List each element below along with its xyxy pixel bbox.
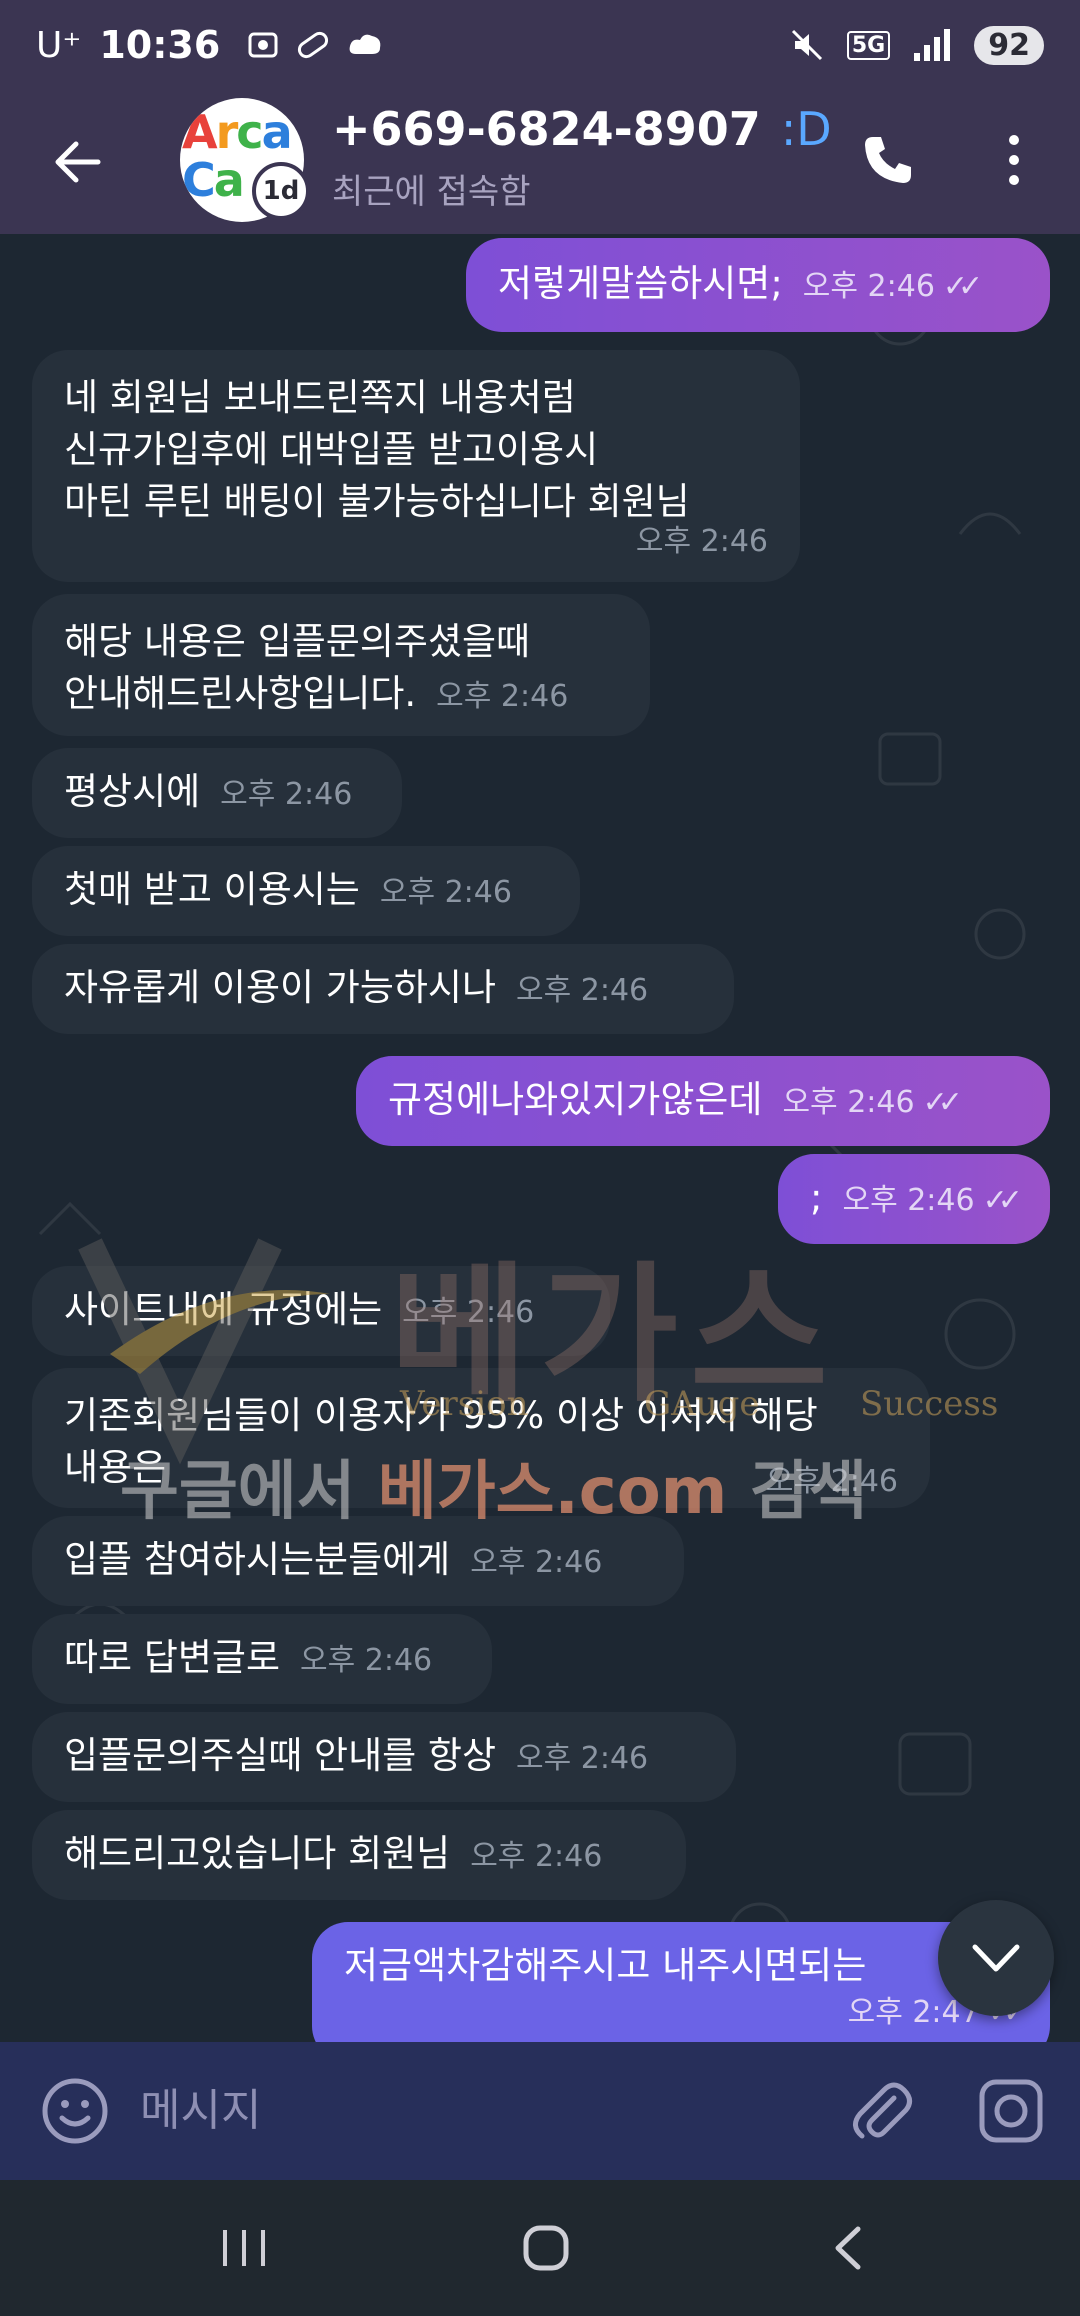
last-seen-status: 최근에 접속함: [332, 172, 531, 212]
network-type-label: 5G: [846, 30, 891, 60]
message-text-line: 기존회원님들이 이용자가 95% 이상 이셔서 해당: [64, 1394, 818, 1437]
message-text: 첫매 받고 이용시는: [64, 868, 360, 911]
message-bubble-incoming[interactable]: 해드리고있습니다 회원님 오후 2:46: [32, 1810, 686, 1900]
system-navigation-bar: [0, 2180, 1080, 2316]
message-bubble-incoming[interactable]: 기존회원님들이 이용자가 95% 이상 이셔서 해당 내용은 오후 2:46: [32, 1368, 930, 1508]
message-time: 오후 2:46: [402, 1295, 535, 1330]
read-checks-icon: ✓✓: [942, 269, 983, 304]
message-bubble-outgoing[interactable]: 규정에나와있지가않은데 오후 2:46 ✓✓: [356, 1056, 1050, 1146]
message-bubble-outgoing[interactable]: ; 오후 2:46 ✓✓: [778, 1154, 1050, 1244]
message-time: 오후 2:46: [470, 1545, 603, 1580]
message-time: 오후 2:46: [516, 1741, 649, 1776]
arrow-left-icon: [55, 141, 101, 183]
message-input-bar: [0, 2042, 1080, 2180]
home-button[interactable]: [506, 2212, 586, 2284]
message-time: 오후 2:46: [782, 1085, 915, 1120]
recent-apps-icon: [223, 2230, 265, 2266]
contact-info[interactable]: +669-6824-8907:D 최근에 접속함: [332, 102, 832, 213]
status-time: 10:36: [99, 23, 221, 67]
back-button[interactable]: [38, 122, 118, 202]
message-bubble-outgoing[interactable]: 저렇게말씀하시면; 오후 2:46 ✓✓: [466, 238, 1050, 332]
story-badge: 1d: [252, 162, 310, 220]
more-vertical-icon: [1009, 135, 1019, 185]
message-time: 오후 2:46: [300, 1643, 433, 1678]
message-time: 오후 2:46: [516, 973, 649, 1008]
pill-icon: [298, 31, 329, 59]
message-text: 저렇게말씀하시면;: [498, 262, 783, 305]
more-options-button[interactable]: [984, 120, 1044, 200]
message-text-line: 마틴 루틴 배팅이 불가능하십니다 회원님: [64, 480, 690, 523]
mute-icon: [791, 29, 822, 61]
message-bubble-incoming[interactable]: 사이트내에 규정에는 오후 2:46: [32, 1266, 610, 1356]
contact-emoji: :D: [780, 102, 832, 156]
camera-button[interactable]: [976, 2076, 1046, 2146]
message-input[interactable]: [140, 2070, 800, 2150]
message-text: 입플 참여하시는분들에게: [64, 1538, 451, 1581]
message-text: 사이트내에 규정에는: [64, 1288, 383, 1331]
message-text: 자유롭게 이용이 가능하시나: [64, 966, 497, 1009]
message-bubble-incoming[interactable]: 입플문의주실때 안내를 항상 오후 2:46: [32, 1712, 736, 1802]
screenshot-icon: [248, 32, 278, 58]
avatar-logo-line1: Arca: [182, 105, 293, 159]
scroll-to-bottom-button[interactable]: [938, 1900, 1054, 2016]
system-back-button[interactable]: [808, 2212, 888, 2284]
chevron-left-icon: [835, 2226, 861, 2270]
call-button[interactable]: [848, 120, 928, 200]
message-text: 평상시에: [64, 770, 201, 813]
message-text-line: 내용은: [64, 1446, 167, 1489]
status-bar: U⁺ 10:36 5G 92: [0, 0, 1080, 90]
message-text: 저금액차감해주시고 내주시면되는: [344, 1944, 867, 1987]
smiley-icon: [42, 2078, 108, 2144]
message-text-line: 해당 내용은 입플문의주셨을때: [64, 620, 531, 663]
message-text: 입플문의주실때 안내를 항상: [64, 1734, 497, 1777]
message-list[interactable]: 저렇게말씀하시면; 오후 2:46 ✓✓ 네 회원님 보내드린쪽지 내용처럼 신규가…: [0, 234, 1080, 2042]
read-checks-icon: ✓✓: [922, 1085, 963, 1120]
message-time: 오후 2:46: [470, 1839, 603, 1874]
emoji-button[interactable]: [40, 2076, 110, 2146]
recent-apps-button[interactable]: [204, 2212, 284, 2284]
message-bubble-incoming[interactable]: 해당 내용은 입플문의주셨을때 안내해드린사항입니다. 오후 2:46: [32, 594, 650, 736]
message-text: 해드리고있습니다 회원님: [64, 1832, 451, 1875]
message-text: ;: [810, 1176, 823, 1219]
message-text-line: 신규가입후에 대박입플 받고이용시: [64, 428, 599, 471]
message-time: 오후 2:46: [635, 524, 768, 559]
carrier-label: U⁺: [36, 24, 82, 66]
message-time: 오후 2:46: [220, 777, 353, 812]
home-icon: [523, 2225, 569, 2271]
camera-icon: [979, 2079, 1043, 2143]
chevron-down-icon: [972, 1944, 1020, 1972]
paperclip-icon: [853, 2082, 912, 2139]
read-checks-icon: ✓✓: [982, 1183, 1023, 1218]
message-bubble-incoming[interactable]: 따로 답변글로 오후 2:46: [32, 1614, 492, 1704]
message-time: 오후 2:46: [379, 875, 512, 910]
message-bubble-incoming[interactable]: 평상시에 오후 2:46: [32, 748, 402, 838]
message-text: 규정에나와있지가않은데: [388, 1078, 763, 1121]
message-bubble-incoming[interactable]: 첫매 받고 이용시는 오후 2:46: [32, 846, 580, 936]
message-text: 따로 답변글로: [64, 1636, 281, 1679]
chat-header: Arca Ca 1d +669-6824-8907:D 최근에 접속함: [0, 90, 1080, 234]
message-time: 오후 2:46: [765, 1464, 898, 1499]
message-bubble-incoming[interactable]: 자유롭게 이용이 가능하시나 오후 2:46: [32, 944, 734, 1034]
battery-indicator: 92: [974, 25, 1044, 65]
message-time: 오후 2:46: [802, 269, 935, 304]
signal-icon: [914, 29, 951, 61]
message-bubble-outgoing[interactable]: 저금액차감해주시고 내주시면되는 오후 2:47✓✓: [312, 1922, 1050, 2042]
cloud-icon: [349, 34, 381, 54]
message-time: 오후 2:46: [436, 679, 569, 714]
message-time: 오후 2:46: [842, 1183, 975, 1218]
phone-icon: [865, 137, 911, 183]
attach-button[interactable]: [846, 2076, 916, 2146]
message-text-line: 네 회원님 보내드린쪽지 내용처럼: [64, 376, 576, 419]
message-bubble-incoming[interactable]: 입플 참여하시는분들에게 오후 2:46: [32, 1516, 684, 1606]
message-bubble-incoming[interactable]: 네 회원님 보내드린쪽지 내용처럼 신규가입후에 대박입플 받고이용시 마틴 루…: [32, 350, 800, 582]
contact-name: +669-6824-8907:D: [332, 102, 832, 156]
message-text-line: 안내해드린사항입니다.: [64, 672, 417, 715]
